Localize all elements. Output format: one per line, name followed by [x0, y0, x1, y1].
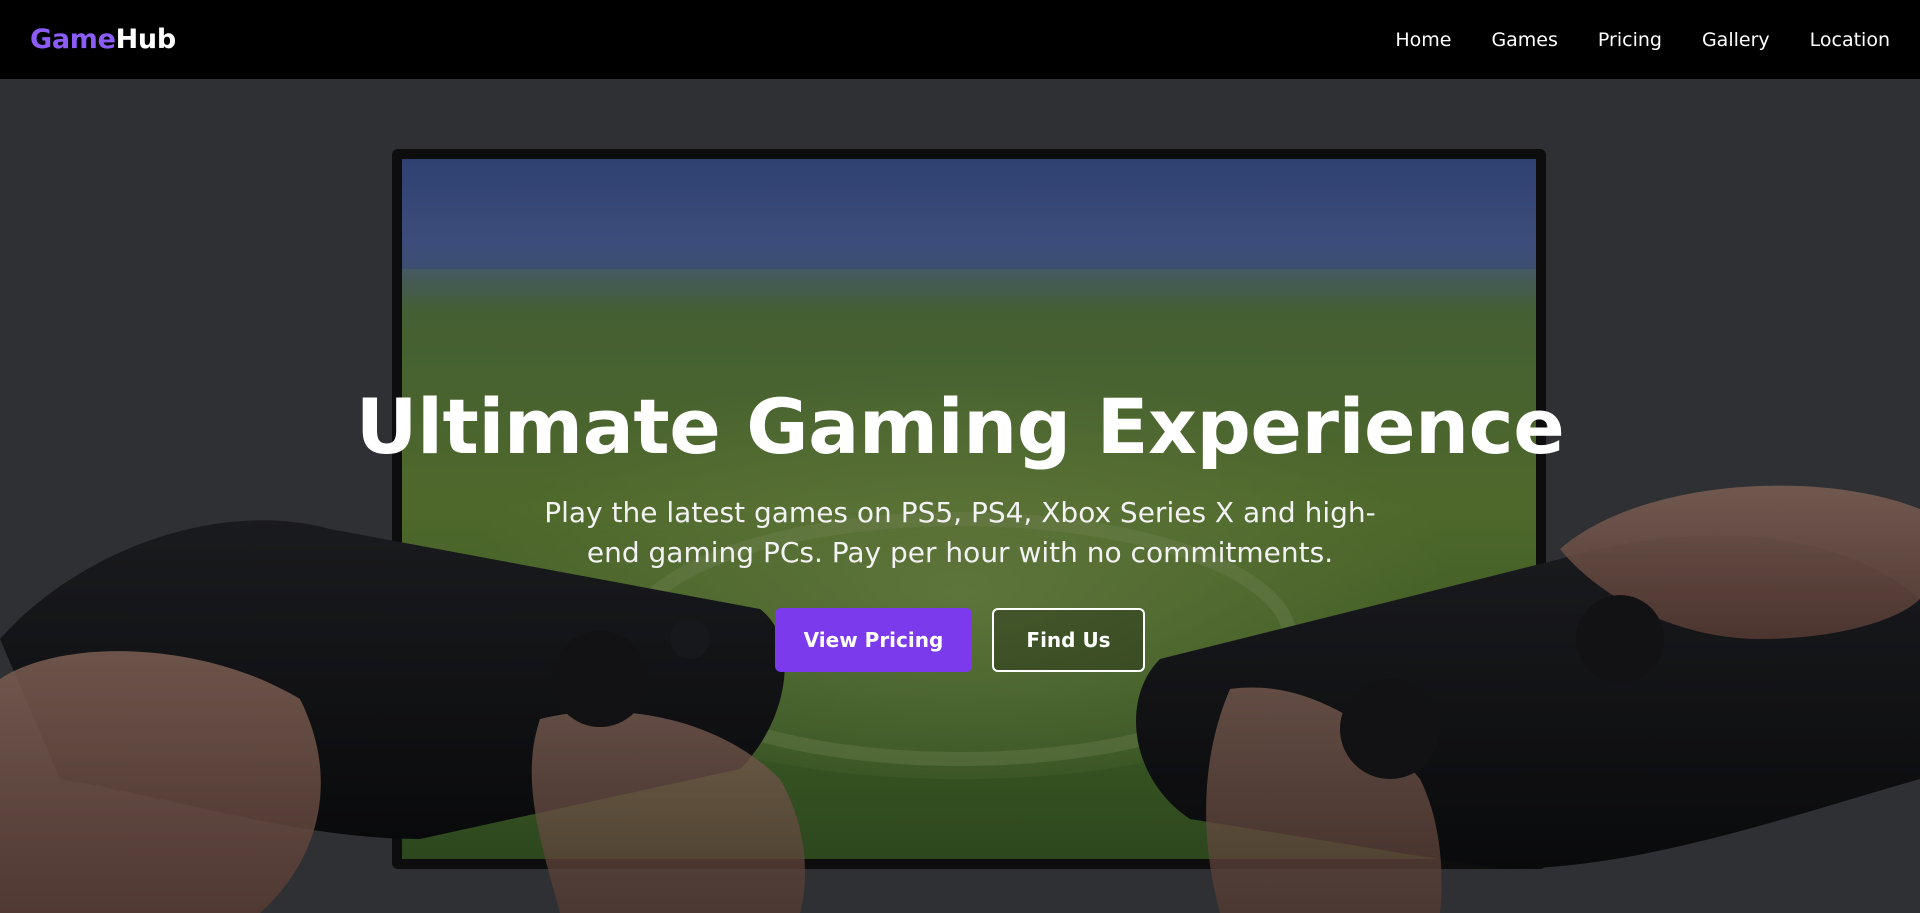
- main-nav: Home Games Pricing Gallery Location: [1395, 29, 1890, 51]
- hero-section: Ultimate Gaming Experience Play the late…: [0, 79, 1920, 913]
- nav-link-location[interactable]: Location: [1810, 29, 1890, 51]
- navbar: Game Hub Home Games Pricing Gallery Locat…: [0, 0, 1920, 79]
- hero-subtitle: Play the latest games on PS5, PS4, Xbox …: [544, 496, 1376, 569]
- brand-logo[interactable]: Game Hub: [30, 24, 176, 55]
- brand-name-hub: Hub: [115, 24, 177, 55]
- nav-link-pricing[interactable]: Pricing: [1598, 29, 1662, 51]
- find-us-button[interactable]: Find Us: [992, 608, 1145, 672]
- hero-content: Ultimate Gaming Experience Play the late…: [0, 389, 1920, 672]
- brand-name-game: Game: [30, 24, 116, 55]
- hero-title: Ultimate Gaming Experience: [355, 382, 1565, 471]
- view-pricing-button[interactable]: View Pricing: [775, 608, 972, 672]
- nav-link-gallery[interactable]: Gallery: [1702, 29, 1770, 51]
- nav-link-home[interactable]: Home: [1395, 29, 1451, 51]
- nav-link-games[interactable]: Games: [1491, 29, 1557, 51]
- hero-buttons: View Pricing Find Us: [0, 608, 1920, 672]
